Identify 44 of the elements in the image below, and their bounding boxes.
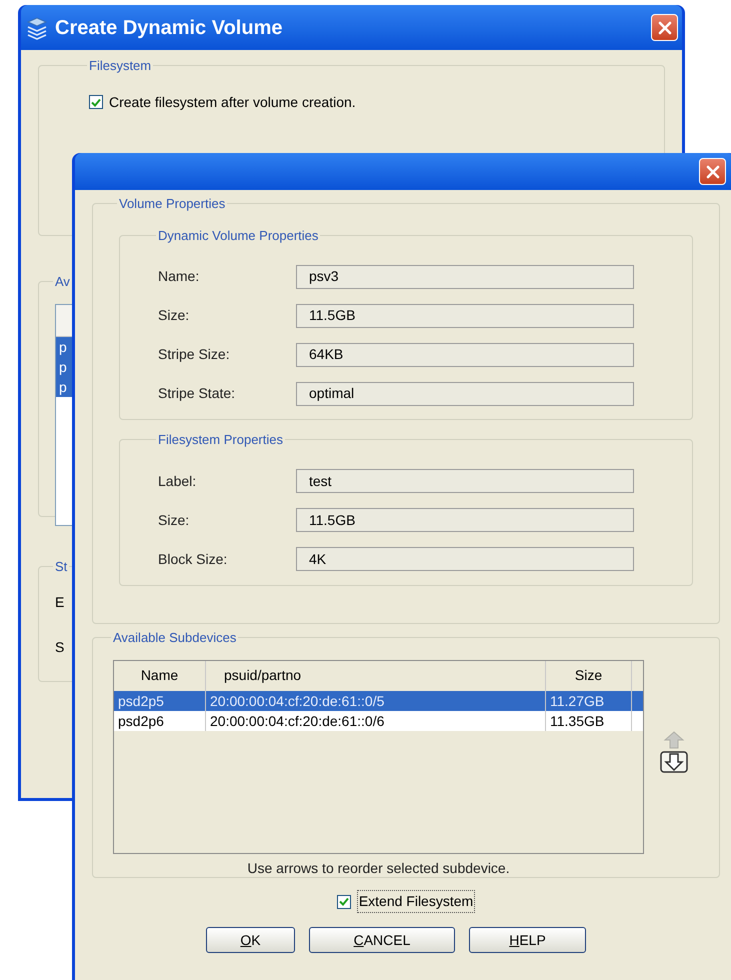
field-label: Stripe Size: xyxy=(158,345,231,364)
close-icon xyxy=(658,20,672,34)
close-icon xyxy=(706,164,720,178)
group-title: Available Subdevices xyxy=(112,629,238,647)
dialog-button[interactable]: HELP xyxy=(469,927,586,953)
checkmark-icon xyxy=(338,897,349,906)
stacked-disks-icon xyxy=(25,16,49,40)
table-cell: 11.35GB xyxy=(546,710,632,730)
text-field[interactable]: test xyxy=(296,469,634,493)
checkmark-icon xyxy=(91,98,101,106)
field-label: S xyxy=(55,638,64,654)
field-label: Name: xyxy=(158,267,200,286)
field-label: Label: xyxy=(158,472,198,490)
text-field[interactable]: 11.5GB xyxy=(296,304,634,328)
table-row[interactable]: psd2p6 20:00:00:04:cf:20:de:61::0/6 11.35GB xyxy=(114,710,643,730)
close-button[interactable] xyxy=(651,14,678,41)
dialog-button[interactable]: CANCEL xyxy=(309,927,455,953)
checkbox[interactable] xyxy=(89,95,103,109)
field-label: Block Size: xyxy=(158,550,228,568)
text-field[interactable]: optimal xyxy=(296,382,634,406)
dialog-button[interactable]: OK xyxy=(206,927,295,953)
text-field[interactable]: 64KB xyxy=(296,342,634,366)
window-title: Create Dynamic Volume xyxy=(55,16,284,40)
hint-text: Use arrows to reorder selected subdevice. xyxy=(246,858,511,878)
field-label: E xyxy=(55,594,64,610)
checkbox-label: Create filesystem after volume creation. xyxy=(109,92,356,112)
group-title: Filesystem xyxy=(88,57,152,75)
field-label: Size: xyxy=(158,510,190,530)
close-button[interactable] xyxy=(699,158,726,185)
field-label: Size: xyxy=(158,306,190,325)
text-field[interactable]: 11.5GB xyxy=(296,508,634,532)
checkbox-label: Extend Filesystem xyxy=(356,890,476,913)
table-cell: psd2p6 xyxy=(114,710,206,730)
field-label: Stripe State: xyxy=(158,384,236,403)
table-cell: 20:00:00:04:cf:20:de:61::0/6 xyxy=(206,710,546,730)
text-field[interactable]: 4K xyxy=(296,547,634,571)
group-title: Dynamic Volume Properties xyxy=(157,226,320,245)
checkbox[interactable] xyxy=(336,894,351,908)
group-title: Av xyxy=(54,273,71,291)
group-title: Filesystem Properties xyxy=(157,431,284,449)
group-title: St xyxy=(54,558,68,576)
group-title: Volume Properties xyxy=(118,195,226,213)
table-row[interactable]: psd2p5 20:00:00:04:cf:20:de:61::0/5 11.27GB xyxy=(114,690,643,710)
text-field[interactable]: psv3 xyxy=(296,264,634,288)
